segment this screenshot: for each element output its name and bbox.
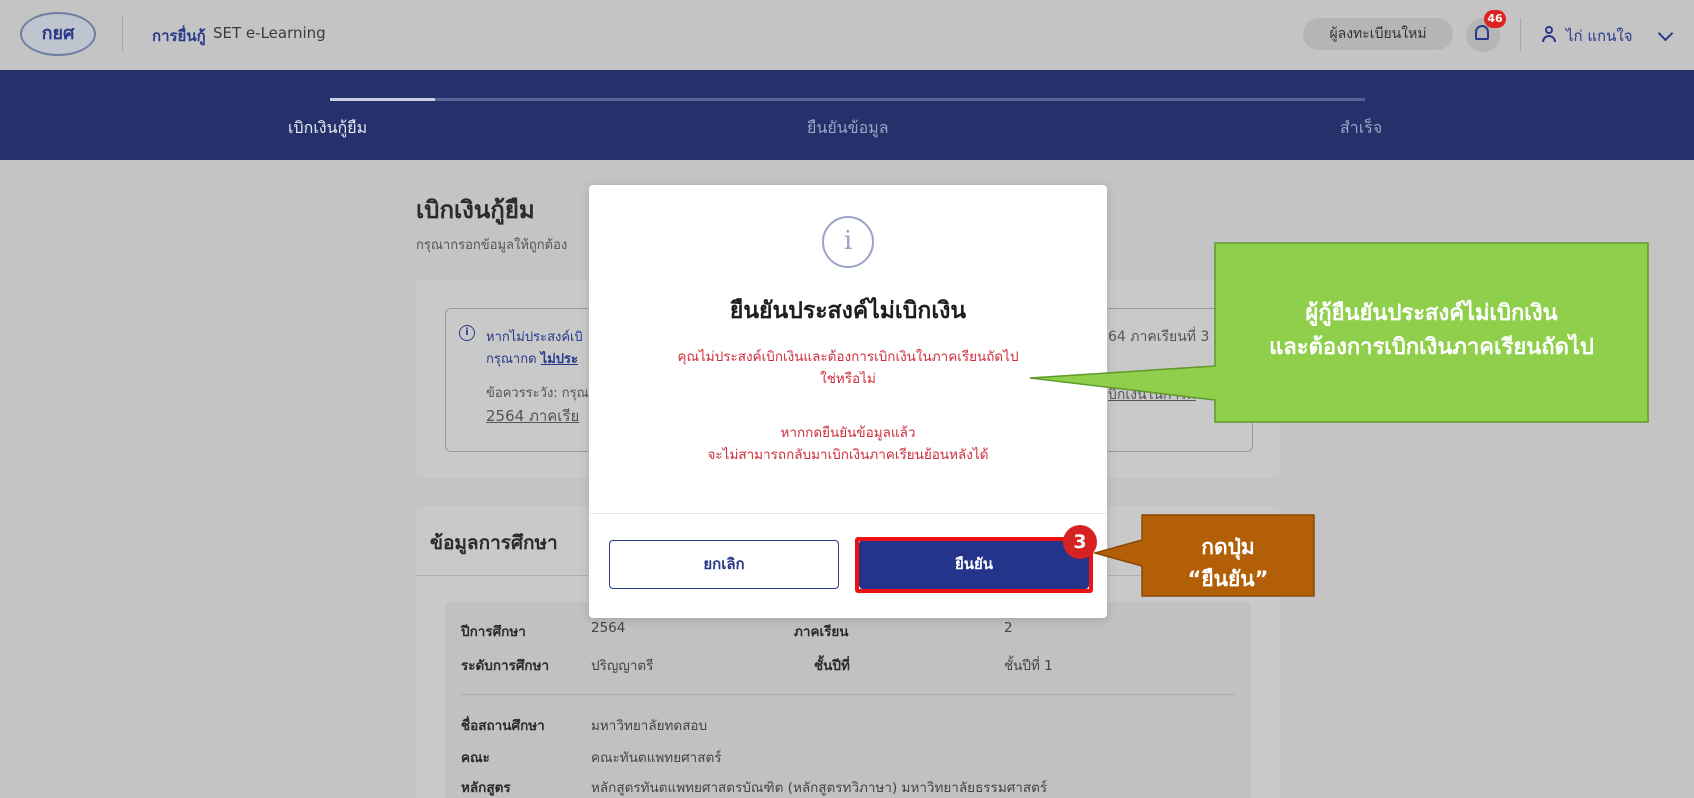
annotation-callouts bbox=[1029, 242, 1649, 597]
green-callout-text: ผู้กู้ยืนยันประสงค์ไม่เบิกเงิน และต้องกา… bbox=[1269, 301, 1594, 360]
step-number-badge: 3 bbox=[1063, 525, 1097, 559]
orange-callout-text: กดปุ่ม “ยืนยัน” bbox=[1187, 535, 1269, 591]
